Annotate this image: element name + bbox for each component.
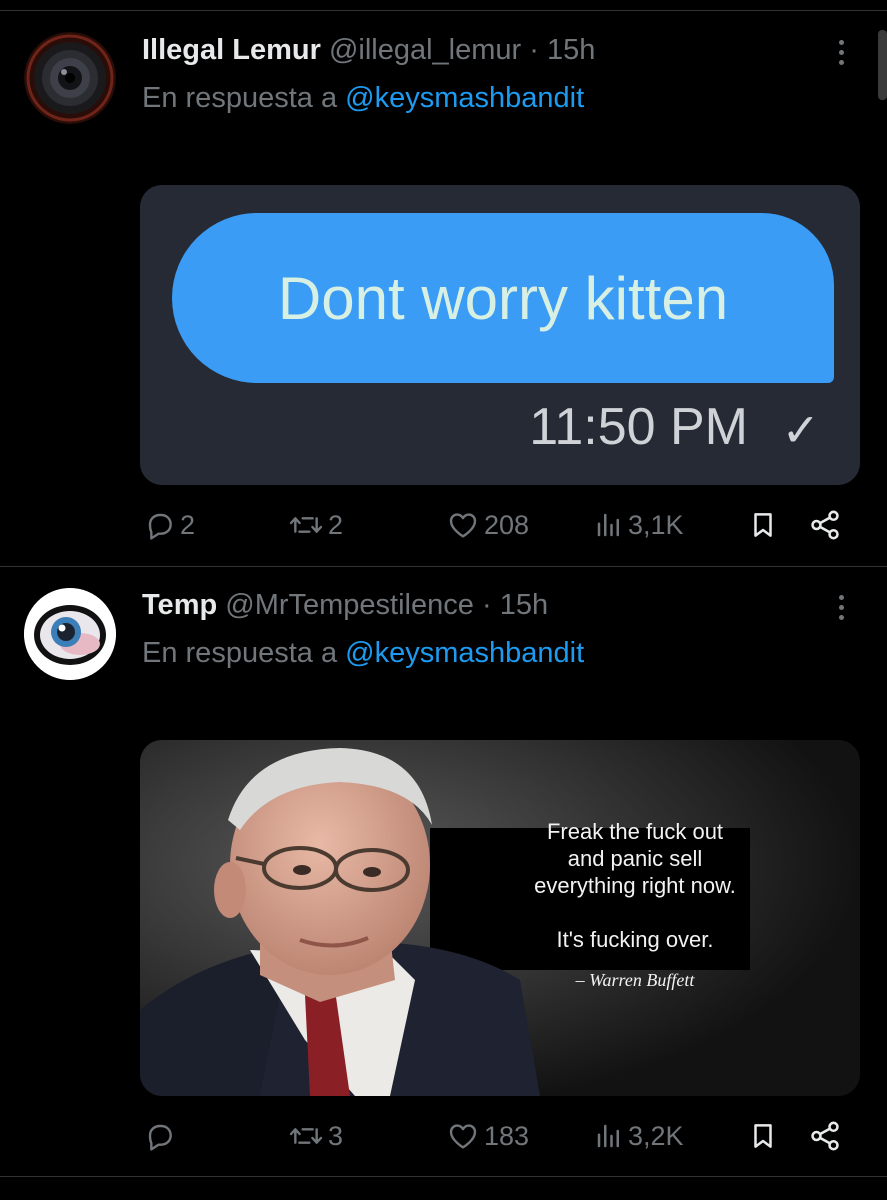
more-icon[interactable] [831,34,851,70]
tweet-actions: 3 183 3,2K [140,1116,860,1156]
views-count: 3,2K [628,1120,684,1151]
reply-button[interactable]: 2 [144,505,195,545]
scrollbar[interactable] [878,30,887,100]
reply-to-mention[interactable]: @keysmashbandit [345,82,584,114]
like-icon [449,1124,477,1149]
reply-count: 2 [180,509,196,540]
reply-icon [148,513,172,540]
repost-icon [289,517,323,533]
share-icon [811,510,839,540]
reply-button[interactable] [144,1116,180,1156]
avatar-image [24,588,116,680]
timestamp[interactable]: 15h [500,589,548,621]
message-time: 11:50 PM [529,398,748,456]
avatar[interactable] [24,32,116,124]
repost-button[interactable]: 3 [288,1116,343,1156]
repost-icon [289,1128,323,1144]
display-name[interactable]: Illegal Lemur [142,34,321,66]
quote-text: Freak the fuck out and panic sell everyt… [430,818,840,994]
divider [0,1176,887,1177]
like-button[interactable]: 183 [446,1116,529,1156]
repost-button[interactable]: 2 [288,505,343,545]
avatar[interactable] [24,588,116,680]
like-icon [449,513,477,538]
reply-prefix: En respuesta a [142,82,338,114]
reply-to-mention[interactable]: @keysmashbandit [345,637,584,669]
reply-context: En respuesta a @keysmashbandit [142,635,584,671]
views-count: 3,1K [628,509,684,540]
reply-icon [148,1124,172,1151]
bookmark-button[interactable] [748,505,778,545]
bookmark-button[interactable] [748,1116,778,1156]
check-icon: ✓ [781,404,820,456]
separator: · [481,589,492,621]
divider [0,566,887,567]
views-icon [597,513,619,537]
views-icon [597,1124,619,1148]
bubble-text: Dont worry kitten [277,264,729,332]
share-button[interactable] [808,505,842,545]
views-button[interactable]: 3,1K [594,505,684,545]
views-button[interactable]: 3,2K [594,1116,684,1156]
handle[interactable]: @MrTempestilence [225,589,474,621]
more-icon[interactable] [831,589,851,625]
like-count: 183 [484,1120,530,1151]
tweet-header: Temp @MrTempestilence · 15h [142,587,827,623]
quote-attribution: – Warren Buffett [575,970,695,990]
bookmark-icon [754,1124,772,1148]
handle[interactable]: @illegal_lemur [329,34,521,66]
separator: · [529,34,539,66]
share-icon [811,1121,839,1151]
display-name[interactable]: Temp [142,589,217,621]
tweet-header: Illegal Lemur @illegal_lemur · 15h [142,32,827,68]
quote-line: and panic sell [567,846,703,871]
avatar-image [24,32,116,124]
like-button[interactable]: 208 [446,505,529,545]
tweet-media[interactable]: Freak the fuck out and panic sell everyt… [140,740,860,1096]
quote-line: Freak the fuck out [546,819,724,844]
timestamp[interactable]: 15h [547,34,595,66]
reply-prefix: En respuesta a [142,637,338,669]
like-count: 208 [484,509,530,540]
tweet-actions: 2 2 208 3,1K [140,505,860,545]
quote-line: It's fucking over. [556,927,714,952]
reply-context: En respuesta a @keysmashbandit [142,80,584,116]
repost-count: 2 [328,509,344,540]
share-button[interactable] [808,1116,842,1156]
tweet-media[interactable]: Dont worry kitten 11:50 PM ✓ [140,185,860,485]
bookmark-icon [754,513,772,537]
quote-line: everything right now. [534,873,736,898]
repost-count: 3 [328,1120,344,1151]
divider [0,10,887,11]
